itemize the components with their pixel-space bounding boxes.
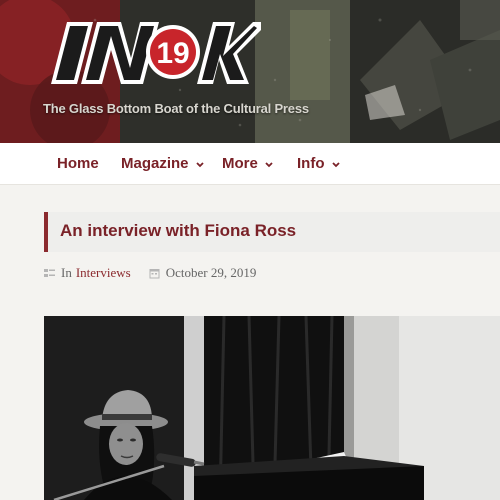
nav-item-home[interactable]: Home [57, 143, 99, 184]
header-banner: 19 The Glass Bottom Boat of the Cultural… [0, 0, 500, 143]
nav-item-label: Magazine [121, 155, 189, 172]
site-tagline: The Glass Bottom Boat of the Cultural Pr… [43, 101, 309, 116]
article-title-box: An interview with Fiona Ross [44, 212, 500, 252]
category-prefix: In [61, 265, 72, 280]
chevron-down-icon [195, 161, 204, 167]
nav-item-info[interactable]: Info [297, 143, 342, 184]
logo-number: 19 [156, 37, 189, 70]
category-link[interactable]: Interviews [76, 265, 131, 281]
chevron-down-icon [265, 161, 273, 167]
article-meta: In Interviews October 29, 2019 [44, 265, 256, 281]
nav-item-label: Info [297, 155, 325, 172]
calendar-icon [149, 268, 160, 278]
folder-icon [44, 268, 55, 277]
chevron-down-icon [331, 161, 340, 167]
article-title: An interview with Fiona Ross [60, 221, 297, 240]
nav-item-magazine[interactable]: Magazine [121, 143, 206, 184]
nav-item-label: More [222, 155, 258, 172]
main-nav: Home Magazine More Info [0, 143, 500, 185]
site-logo[interactable]: 19 [47, 14, 262, 90]
nav-item-more[interactable]: More [222, 143, 275, 184]
nav-item-label: Home [57, 155, 99, 172]
article-date: October 29, 2019 [165, 265, 257, 280]
article-featured-image [44, 316, 500, 500]
date-group: October 29, 2019 [149, 265, 257, 281]
